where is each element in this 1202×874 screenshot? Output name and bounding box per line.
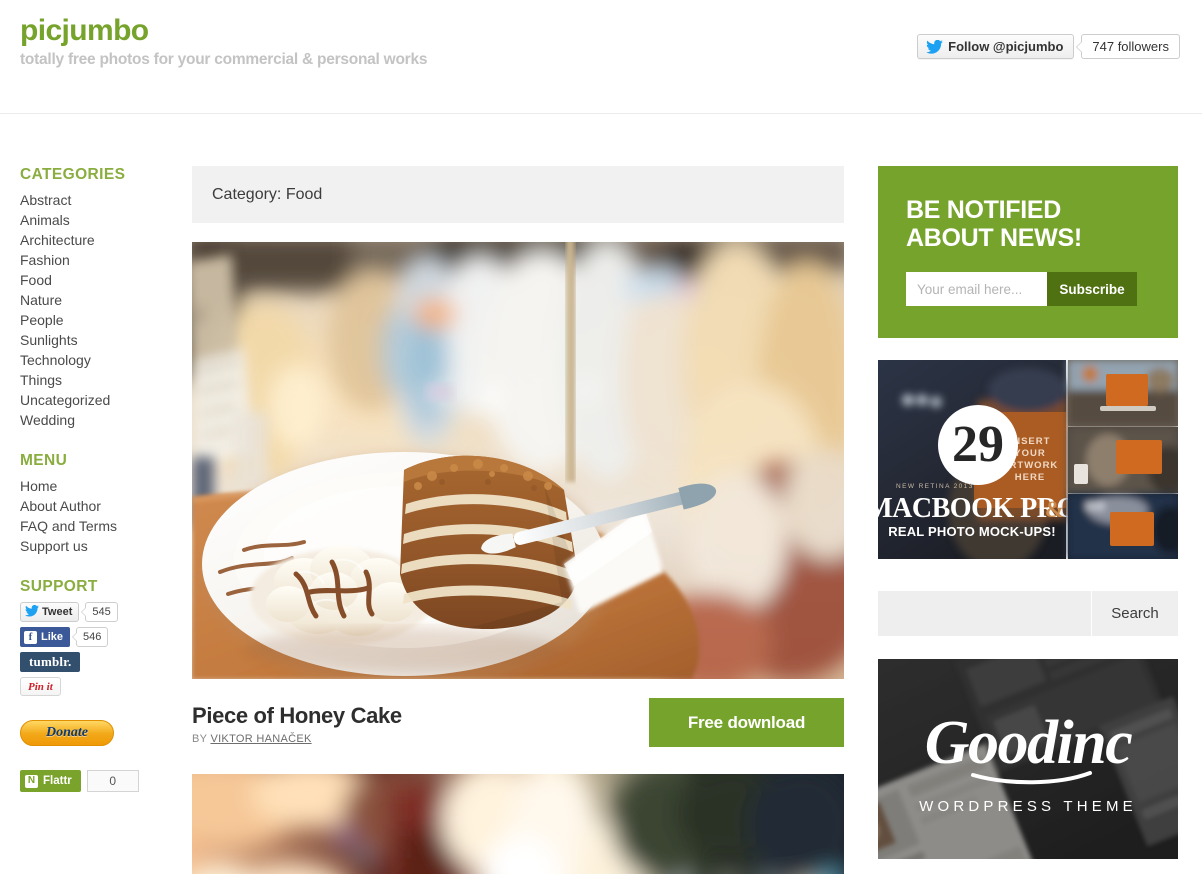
- support-heading: SUPPORT: [20, 578, 98, 595]
- post-meta: Piece of Honey Cake BY VIKTOR HANAČEK Fr…: [192, 698, 844, 747]
- categories-list: Abstract Animals Architecture Fashion Fo…: [20, 190, 180, 430]
- ad-banner-goodinc-theme[interactable]: Goodinc WORDPRESS THEME: [878, 659, 1178, 859]
- flattr-widget: N Flattr 0: [20, 770, 180, 792]
- svg-text:29: 29: [952, 416, 1004, 473]
- twitter-bird-icon: [25, 604, 39, 620]
- svg-text:YOUR: YOUR: [1014, 448, 1045, 459]
- main-content: Category: Food é Piece of Honey Cake BY …: [192, 166, 844, 874]
- menu-list: Home About Author FAQ and Terms Support …: [20, 476, 180, 556]
- flattr-button[interactable]: N Flattr: [20, 770, 81, 792]
- facebook-like-label: Like: [41, 631, 64, 643]
- twitter-follow-label: Follow @picjumbo: [948, 39, 1064, 54]
- svg-text:Goodinc: Goodinc: [925, 709, 1132, 777]
- twitter-follow-widget[interactable]: Follow @picjumbo 747 followers: [917, 34, 1180, 59]
- right-sidebar: BE NOTIFIED ABOUT NEWS! Subscribe: [878, 166, 1178, 859]
- post-item: é Piece of Honey Cake BY VIKTOR HANAČEK …: [192, 242, 844, 747]
- newsletter-subscribe-button[interactable]: Subscribe: [1047, 272, 1137, 306]
- menu-item-about-author[interactable]: About Author: [20, 496, 180, 516]
- search-widget: Search: [878, 591, 1178, 636]
- tweet-share-row: Tweet 545: [20, 602, 180, 622]
- menu-item-faq-and-terms[interactable]: FAQ and Terms: [20, 516, 180, 536]
- svg-text:REAL PHOTO MOCK-UPS!: REAL PHOTO MOCK-UPS!: [888, 524, 1055, 539]
- sidebar-item-wedding[interactable]: Wedding: [20, 410, 180, 430]
- sidebar-item-people[interactable]: People: [20, 310, 180, 330]
- sidebar-item-abstract[interactable]: Abstract: [20, 190, 180, 210]
- sidebar-item-architecture[interactable]: Architecture: [20, 230, 180, 250]
- post-by-prefix: BY: [192, 733, 211, 745]
- newsletter-widget: BE NOTIFIED ABOUT NEWS! Subscribe: [878, 166, 1178, 338]
- svg-text:NEW RETINA 2013: NEW RETINA 2013: [896, 483, 974, 490]
- site-header: picjumbo totally free photos for your co…: [0, 0, 1202, 114]
- sidebar-item-animals[interactable]: Animals: [20, 210, 180, 230]
- twitter-follow-button[interactable]: Follow @picjumbo: [917, 34, 1075, 59]
- sidebar-item-food[interactable]: Food: [20, 270, 180, 290]
- category-title-bar: Category: Food: [192, 166, 844, 223]
- post-byline: BY VIKTOR HANAČEK: [192, 733, 402, 745]
- sidebar-item-sunlights[interactable]: Sunlights: [20, 330, 180, 350]
- facebook-like-button[interactable]: f Like: [20, 627, 71, 647]
- sidebar-item-nature[interactable]: Nature: [20, 290, 180, 310]
- left-sidebar: CATEGORIES Abstract Animals Architecture…: [20, 166, 180, 792]
- site-tagline: totally free photos for your commercial …: [20, 51, 428, 68]
- search-button[interactable]: Search: [1092, 591, 1178, 636]
- ad-banner-macbook-mockups[interactable]: INSERT YOUR ARTWORK HERE 29 NEW RETINA 2…: [878, 360, 1178, 559]
- flattr-icon: N: [25, 774, 38, 788]
- svg-text:WORDPRESS THEME: WORDPRESS THEME: [919, 798, 1137, 815]
- svg-text:&: &: [1045, 497, 1064, 522]
- post-info: Piece of Honey Cake BY VIKTOR HANAČEK: [192, 703, 402, 745]
- facebook-icon: f: [24, 630, 37, 644]
- sidebar-item-uncategorized[interactable]: Uncategorized: [20, 390, 180, 410]
- categories-heading: CATEGORIES: [20, 166, 126, 183]
- flattr-label: Flattr: [43, 775, 72, 787]
- tweet-button-label: Tweet: [42, 606, 73, 618]
- tweet-count[interactable]: 545: [81, 602, 118, 622]
- menu-item-support-us[interactable]: Support us: [20, 536, 180, 556]
- post-author-link[interactable]: VIKTOR HANAČEK: [210, 733, 311, 745]
- paypal-donate-button[interactable]: Donate: [20, 720, 114, 746]
- next-post-photo[interactable]: [192, 774, 844, 874]
- newsletter-form: Subscribe: [906, 272, 1150, 306]
- tumblr-share-row: tumblr.: [20, 652, 180, 672]
- twitter-followers-count[interactable]: 747 followers: [1076, 34, 1180, 59]
- site-title[interactable]: picjumbo: [20, 14, 427, 48]
- pinterest-share-row: Pin it: [20, 677, 180, 696]
- site-brand[interactable]: picjumbo totally free photos for your co…: [20, 14, 427, 70]
- svg-text:HERE: HERE: [1015, 472, 1045, 483]
- menu-item-home[interactable]: Home: [20, 476, 180, 496]
- post-photo[interactable]: é: [192, 242, 844, 679]
- pinterest-pinit-button[interactable]: Pin it: [20, 677, 61, 696]
- sidebar-item-technology[interactable]: Technology: [20, 350, 180, 370]
- search-input[interactable]: [878, 591, 1091, 636]
- newsletter-heading: BE NOTIFIED ABOUT NEWS!: [906, 196, 1082, 252]
- tumblr-share-button[interactable]: tumblr.: [20, 652, 81, 672]
- free-download-button[interactable]: Free download: [649, 698, 844, 747]
- flattr-count[interactable]: 0: [86, 770, 139, 792]
- newsletter-email-input[interactable]: [906, 272, 1047, 306]
- sidebar-item-fashion[interactable]: Fashion: [20, 250, 180, 270]
- sidebar-item-things[interactable]: Things: [20, 370, 180, 390]
- twitter-bird-icon: [926, 39, 944, 54]
- facebook-like-count[interactable]: 546: [71, 627, 109, 647]
- menu-heading: MENU: [20, 452, 68, 469]
- support-share-buttons: Tweet 545 f Like 546 tumblr. Pin it Dona…: [20, 602, 180, 792]
- tweet-button[interactable]: Tweet: [20, 602, 80, 622]
- post-title[interactable]: Piece of Honey Cake: [192, 703, 402, 729]
- facebook-like-row: f Like 546: [20, 627, 180, 647]
- svg-text:é: é: [194, 299, 206, 328]
